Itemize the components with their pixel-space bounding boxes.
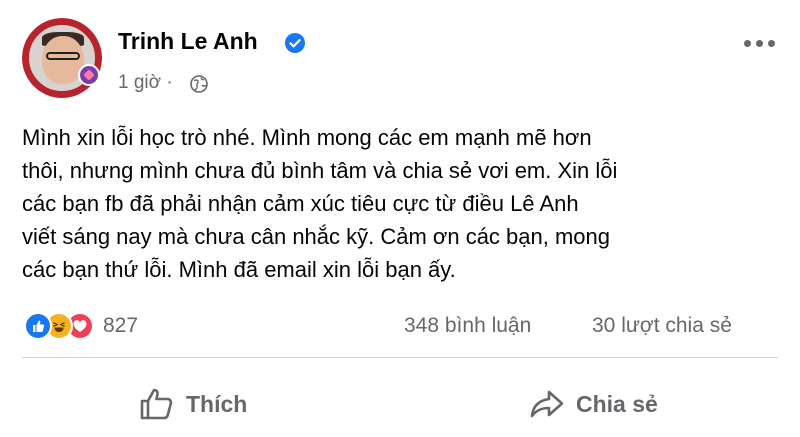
share-button[interactable]: Chia sẻ [528, 376, 658, 432]
comments-count-link[interactable]: 348 bình luận [404, 314, 531, 338]
post-meta: 1 giờ · [118, 72, 173, 94]
post-text-line: viết sáng nay mà chưa cân nhắc kỹ. Cảm ơ… [22, 224, 611, 249]
meta-separator: · [166, 72, 173, 93]
dot-icon [744, 40, 751, 47]
more-options-button[interactable] [744, 40, 778, 52]
actions-divider [22, 357, 778, 358]
like-label: Thích [186, 390, 248, 417]
post-text-line: Mình xin lỗi học trò nhé. Mình mong các … [22, 125, 592, 150]
verified-badge-icon [285, 33, 305, 53]
like-icon [24, 312, 52, 340]
post-text-line: thôi, nhưng mình chưa đủ bình tâm và chi… [22, 158, 618, 183]
post-time[interactable]: 1 giờ [118, 72, 161, 93]
share-label: Chia sẻ [576, 390, 658, 417]
reaction-count: 827 [103, 314, 139, 337]
avatar-heart-badge-icon [78, 64, 100, 86]
author-name[interactable]: Trinh Le Anh [118, 28, 258, 55]
author-avatar[interactable] [22, 18, 102, 98]
post-text: Mình xin lỗi học trò nhé. Mình mong các … [22, 121, 782, 286]
dot-icon [756, 40, 763, 47]
like-button[interactable]: Thích [138, 376, 247, 432]
facebook-post: Trinh Le Anh 1 giờ · Mình xin lỗi học tr… [0, 0, 800, 437]
share-arrow-icon [530, 390, 564, 418]
dot-icon [768, 40, 775, 47]
post-text-line: các bạn thứ lỗi. Mình đã email xin lỗi b… [22, 257, 456, 282]
shares-count-link[interactable]: 30 lượt chia sẻ [592, 314, 732, 338]
post-text-line: các bạn fb đã phải nhận cảm xúc tiêu cực… [22, 191, 579, 216]
thumbs-up-icon [140, 388, 173, 420]
avatar-frame [22, 18, 102, 98]
reactions-summary[interactable]: 827 [24, 311, 138, 341]
globe-icon[interactable] [190, 75, 208, 93]
